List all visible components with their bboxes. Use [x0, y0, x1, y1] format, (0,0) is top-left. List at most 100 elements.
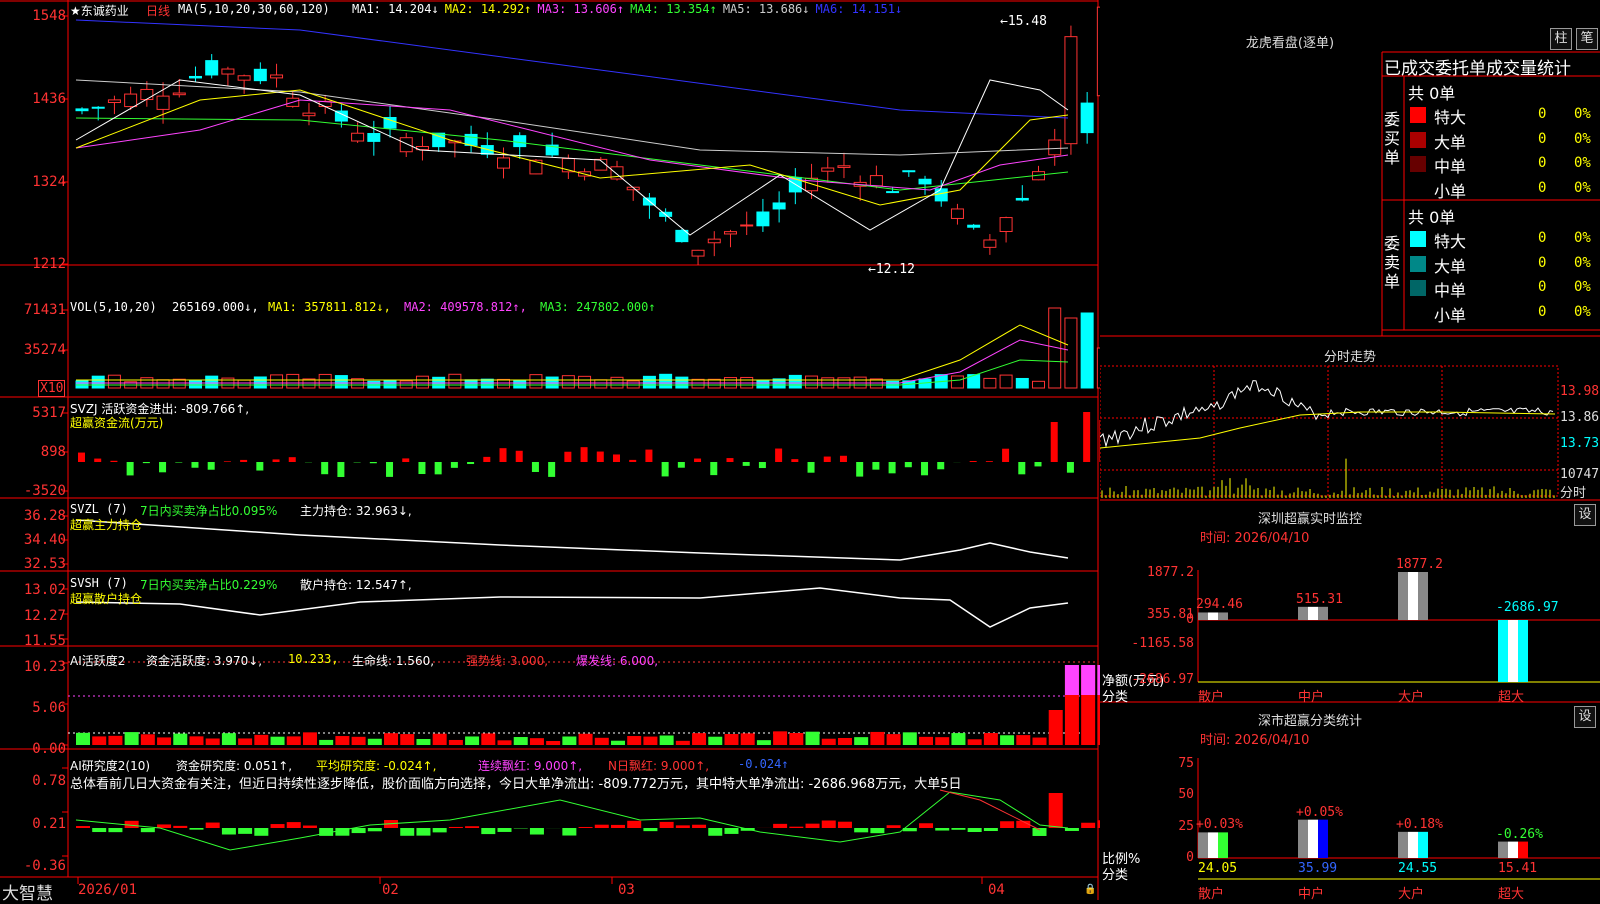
classify-bar [1308, 820, 1318, 858]
monitor-bar [1398, 572, 1408, 620]
bar-mode-button[interactable]: 柱 [1550, 28, 1572, 50]
activity-bar [303, 732, 317, 745]
monitor-settings-button[interactable]: 设 [1574, 504, 1596, 526]
activity-bar [919, 737, 933, 745]
ai-active-d: 强势线: 3.000, [466, 652, 548, 669]
research-bar [822, 821, 836, 828]
research-bar [951, 828, 965, 830]
fund-flow-bar [1051, 422, 1058, 462]
fund-flow-bar [597, 452, 604, 462]
activity-bar [627, 736, 641, 745]
activity-bar [643, 737, 657, 745]
volume-bar [643, 376, 655, 388]
volume-bar [449, 374, 461, 388]
research-bar [854, 828, 868, 832]
activity-bar [595, 738, 609, 745]
research-bar [189, 828, 203, 830]
period-label[interactable]: 日线 [146, 2, 170, 19]
volume-bar [660, 374, 672, 388]
fund-flow-bar [143, 462, 150, 463]
monitor-time: 时间: 2026/04/10 [1200, 527, 1309, 546]
activity-bar [789, 733, 803, 745]
sell-total: 共 0单 [1408, 204, 1455, 228]
volume-bar [984, 378, 996, 388]
order-color-swatch [1410, 107, 1426, 123]
vol-header: VOL(5,10,20) [70, 300, 157, 314]
order-size-label: 大单 [1434, 253, 1466, 277]
candle-body [984, 240, 996, 247]
research-bar [935, 828, 949, 831]
monitor-value-label: 515.31 [1296, 592, 1343, 607]
monitor-category-label: 中户 [1298, 686, 1324, 705]
order-size-label: 中单 [1434, 153, 1466, 177]
order-count: 0 [1538, 255, 1546, 271]
volume-bar [254, 377, 266, 388]
activity-bar [254, 735, 268, 745]
volume-bar [627, 381, 639, 388]
research-bar [287, 822, 301, 828]
research-bar [789, 827, 803, 828]
activity-bar [498, 740, 512, 745]
classify-bar [1318, 820, 1328, 858]
research-bar [206, 823, 220, 828]
monitor-category-label: 大户 [1398, 686, 1424, 705]
volume-bar [76, 381, 88, 388]
activity-bar [546, 741, 560, 745]
research-bar [530, 828, 544, 835]
fund-flow-bar [1083, 412, 1090, 462]
svzj-subtitle: 超赢资金流(万元) [70, 414, 163, 431]
classify-settings-button[interactable]: 设 [1574, 706, 1596, 728]
svzl-hold: 主力持仓: 32.963↓, [300, 502, 412, 519]
volume-bar [692, 379, 704, 388]
fund-flow-bar [418, 462, 425, 474]
order-size-label: 小单 [1434, 178, 1466, 202]
activity-bar [465, 736, 479, 745]
activity-bar [335, 736, 349, 745]
main-hold-line [76, 520, 1068, 560]
intraday-vol-label: 10747 [1560, 467, 1599, 482]
order-count: 0 [1538, 304, 1546, 320]
monitor-y-label: -2686.97 [1110, 672, 1194, 687]
research-bar [579, 827, 593, 828]
activity-bar [870, 732, 884, 745]
candle-body [465, 134, 477, 145]
order-color-swatch [1410, 280, 1426, 296]
classify-value-label: 24.55 [1398, 861, 1437, 876]
fund-flow-bar [791, 459, 798, 462]
candle-body [1016, 198, 1028, 200]
research-bar [724, 828, 738, 834]
monitor-cat-caption: 分类 [1102, 686, 1128, 705]
volume-bar [173, 379, 185, 388]
candle-body [125, 94, 137, 107]
x-date-label: 03 [618, 882, 635, 898]
fund-flow-bar [743, 462, 750, 466]
activity-bar [1016, 735, 1030, 745]
classify-bar [1398, 832, 1408, 858]
research-bar [108, 828, 122, 832]
research-avg-line [76, 792, 1068, 850]
ma-value-label: MA6: 14.151↓ [816, 2, 903, 16]
candle-body [206, 61, 218, 75]
monitor-value-label: 1877.2 [1396, 557, 1443, 572]
tick-mode-button[interactable]: 笔 [1576, 28, 1598, 50]
order-color-swatch [1410, 156, 1426, 172]
classify-cat-caption: 分类 [1102, 864, 1128, 883]
ma-value-label: MA5: 13.686↓ [723, 2, 810, 16]
candle-body [141, 89, 153, 99]
volume-bar [595, 380, 607, 388]
activity-bar [903, 732, 917, 745]
chart-area[interactable]: ★东诚药业 日线 MA(5,10,20,30,60,120) MA1: 14.2… [0, 0, 1100, 900]
fund-flow-bar [370, 462, 377, 463]
buy-total: 共 0单 [1408, 80, 1455, 104]
activity-bar [287, 736, 301, 745]
candle-body [870, 176, 882, 186]
activity-bar [384, 733, 398, 745]
svzl-y-label: 32.53 [4, 556, 66, 572]
fund-flow-bar [435, 462, 442, 474]
classify-bar-group [1198, 832, 1228, 858]
classify-category-label: 大户 [1398, 883, 1424, 902]
research-bar [708, 828, 722, 836]
svsh-pct: 7日内买卖净占比0.229% [140, 576, 277, 593]
volume-bar [92, 376, 104, 388]
monitor-bar-group [1498, 620, 1528, 682]
